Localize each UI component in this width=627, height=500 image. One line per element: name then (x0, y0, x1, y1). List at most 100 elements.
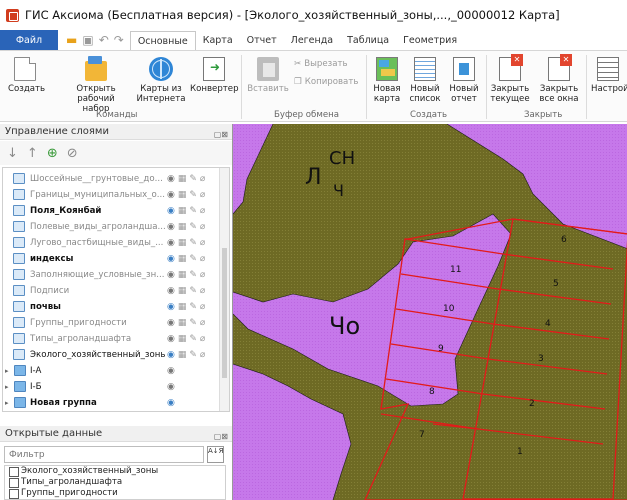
edit-pencil-icon[interactable]: ✎ (189, 254, 197, 264)
tab-geometriya[interactable]: Геометрия (396, 30, 464, 50)
label-icon[interactable]: ⌀ (200, 334, 205, 344)
label-icon[interactable]: ⌀ (200, 350, 205, 360)
map-canvas[interactable]: 1 2 3 4 5 6 7 8 9 10 11 Л СН Ч Чо (232, 124, 627, 500)
save-icon[interactable]: ▣ (82, 34, 93, 46)
label-icon[interactable]: ⌀ (200, 222, 205, 232)
eye-icon[interactable]: ◉ (167, 382, 175, 392)
selectable-icon[interactable]: ▦ (178, 174, 187, 184)
scrollbar-thumb[interactable] (222, 248, 227, 378)
tab-legenda[interactable]: Легенда (284, 30, 340, 50)
eye-icon[interactable]: ◉ (167, 350, 175, 360)
eye-icon[interactable]: ◉ (167, 302, 175, 312)
selectable-icon[interactable]: ▦ (178, 286, 187, 296)
edit-pencil-icon[interactable]: ✎ (189, 334, 197, 344)
create-button[interactable]: Создать (8, 57, 45, 94)
layer-row[interactable]: Заполняющие_условные_зн... ◉ ▦ ✎ ⌀ (3, 266, 221, 283)
selectable-icon[interactable]: ▦ (178, 350, 187, 360)
file-tab[interactable]: Файл (0, 30, 58, 50)
selectable-icon[interactable]: ▦ (178, 190, 187, 200)
edit-pencil-icon[interactable]: ✎ (189, 222, 197, 232)
selectable-icon[interactable]: ▦ (178, 302, 187, 312)
layer-group-row[interactable]: ▸ I-A ◉ (3, 362, 221, 379)
list-item[interactable]: Эколого_хозяйственный_зоны (5, 466, 225, 477)
move-down-icon[interactable]: ↓ (7, 146, 18, 161)
eye-icon[interactable]: ◉ (167, 238, 175, 248)
label-icon[interactable]: ⌀ (200, 174, 205, 184)
selectable-icon[interactable]: ▦ (178, 222, 187, 232)
edit-pencil-icon[interactable]: ✎ (189, 190, 197, 200)
paste-button[interactable]: Вставить (247, 57, 289, 94)
layer-group-row[interactable]: ▸ Новая группа ◉ (3, 394, 221, 411)
edit-pencil-icon[interactable]: ✎ (189, 238, 197, 248)
tab-tablica[interactable]: Таблица (340, 30, 396, 50)
eye-icon[interactable]: ◉ (167, 254, 175, 264)
selectable-icon[interactable]: ▦ (178, 206, 187, 216)
tab-otchet[interactable]: Отчет (240, 30, 284, 50)
eye-icon[interactable]: ◉ (167, 334, 175, 344)
layer-row[interactable]: Полевые_виды_агроландша... ◉ ▦ ✎ ⌀ (3, 218, 221, 235)
label-icon[interactable]: ⌀ (200, 206, 205, 216)
layer-row[interactable]: индексы ◉ ▦ ✎ ⌀ (3, 250, 221, 267)
cut-button[interactable]: ✂ Вырезать (294, 59, 348, 69)
edit-pencil-icon[interactable]: ✎ (189, 174, 197, 184)
edit-pencil-icon[interactable]: ✎ (189, 206, 197, 216)
sort-button[interactable]: A↓Я (207, 446, 224, 463)
new-list-button[interactable]: Новый список (407, 57, 443, 104)
expand-arrow-icon[interactable]: ▸ (5, 367, 9, 375)
undo-icon[interactable]: ↶ (99, 34, 109, 46)
label-icon[interactable]: ⌀ (200, 238, 205, 248)
panel-window-buttons[interactable]: ▢⊠ (214, 429, 228, 445)
layer-row[interactable]: Границы_муниципальных_о... ◉ ▦ ✎ ⌀ (3, 186, 221, 203)
remove-layer-icon[interactable]: ⊘ (67, 146, 78, 161)
new-report-button[interactable]: Новый отчет (447, 57, 481, 104)
close-all-button[interactable]: Закрыть все окна (537, 54, 581, 104)
selectable-icon[interactable]: ▦ (178, 334, 187, 344)
layer-row[interactable]: Эколого_хозяйственный_зоны ◉ ▦ ✎ ⌀ (3, 346, 221, 363)
converter-button[interactable]: Конвертер (190, 57, 239, 94)
eye-icon[interactable]: ◉ (167, 398, 175, 408)
eye-icon[interactable]: ◉ (167, 190, 175, 200)
selectable-icon[interactable]: ▦ (178, 254, 187, 264)
layer-group-row[interactable]: _00000012◉ (3, 410, 221, 411)
open-workspace-button[interactable]: Открыть рабочий набор (58, 56, 134, 114)
layer-row[interactable]: Типы_агроландшафта ◉ ▦ ✎ ⌀ (3, 330, 221, 347)
label-icon[interactable]: ⌀ (200, 318, 205, 328)
open-folder-icon[interactable]: ▬ (66, 34, 77, 46)
eye-icon[interactable]: ◉ (167, 286, 175, 296)
eye-icon[interactable]: ◉ (167, 366, 175, 376)
layer-row[interactable]: Шоссейные__грунтовые_до... ◉ ▦ ✎ ⌀ (3, 170, 221, 187)
eye-icon[interactable]: ◉ (167, 318, 175, 328)
label-icon[interactable]: ⌀ (200, 254, 205, 264)
tab-osnovnye[interactable]: Основные (129, 31, 196, 51)
move-up-icon[interactable]: ↑ (27, 146, 38, 161)
layer-row[interactable]: Лугово_пастбищные_виды_... ◉ ▦ ✎ ⌀ (3, 234, 221, 251)
selectable-icon[interactable]: ▦ (178, 238, 187, 248)
list-item[interactable]: Типы_агроландшафта (5, 477, 225, 488)
redo-icon[interactable]: ↷ (114, 34, 124, 46)
add-layer-icon[interactable]: ⊕ (47, 146, 58, 161)
close-current-button[interactable]: Закрыть текущее (490, 54, 530, 104)
eye-icon[interactable]: ◉ (167, 206, 175, 216)
internet-maps-button[interactable]: Карты из Интернета (136, 57, 186, 104)
selectable-icon[interactable]: ▦ (178, 270, 187, 280)
list-item[interactable]: Группы_пригодности (5, 488, 225, 499)
eye-icon[interactable]: ◉ (167, 222, 175, 232)
selectable-icon[interactable]: ▦ (178, 318, 187, 328)
settings-button[interactable]: Настрой (591, 57, 627, 94)
filter-input[interactable] (4, 446, 204, 463)
copy-button[interactable]: ❐ Копировать (294, 77, 358, 87)
label-icon[interactable]: ⌀ (200, 270, 205, 280)
edit-pencil-icon[interactable]: ✎ (189, 286, 197, 296)
layer-row[interactable]: Группы_пригодности ◉ ▦ ✎ ⌀ (3, 314, 221, 331)
edit-pencil-icon[interactable]: ✎ (189, 318, 197, 328)
layer-row[interactable]: Поля_Коянбай ◉ ▦ ✎ ⌀ (3, 202, 221, 219)
label-icon[interactable]: ⌀ (200, 286, 205, 296)
edit-pencil-icon[interactable]: ✎ (189, 350, 197, 360)
expand-arrow-icon[interactable]: ▸ (5, 383, 9, 391)
label-icon[interactable]: ⌀ (200, 302, 205, 312)
eye-icon[interactable]: ◉ (167, 174, 175, 184)
layer-group-row[interactable]: ▸ I-Б ◉ (3, 378, 221, 395)
new-map-button[interactable]: Новая карта (370, 57, 404, 104)
label-icon[interactable]: ⌀ (200, 190, 205, 200)
tab-karta[interactable]: Карта (196, 30, 240, 50)
